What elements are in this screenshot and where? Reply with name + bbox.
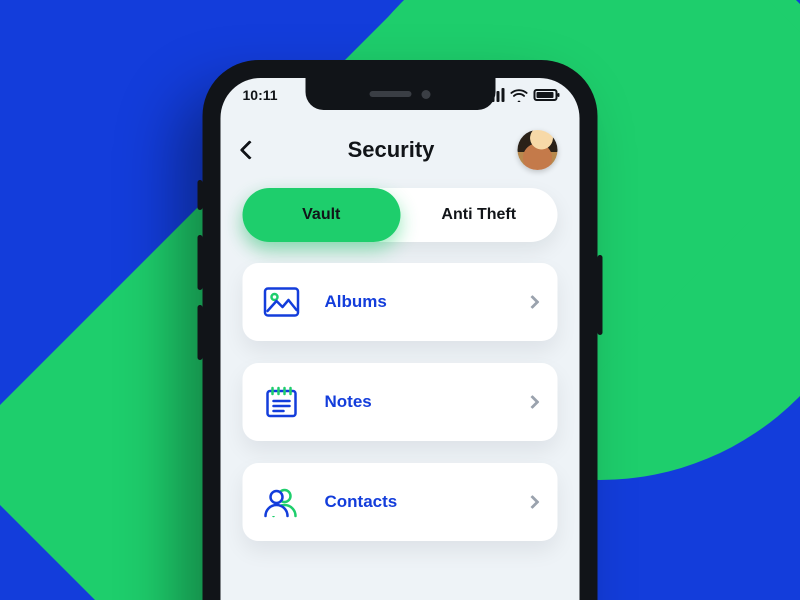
status-right	[487, 88, 558, 102]
header: Security	[221, 128, 580, 172]
list-item-label: Notes	[325, 392, 528, 412]
battery-icon	[534, 89, 558, 101]
list-item-label: Contacts	[325, 492, 528, 512]
phone-frame: 10:11 Security	[203, 60, 598, 600]
tab-label: Vault	[302, 206, 340, 224]
notepad-icon	[261, 381, 303, 423]
list-item-notes[interactable]: Notes	[243, 363, 558, 441]
chevron-right-icon	[525, 395, 539, 409]
phone-side-button	[598, 255, 603, 335]
phone-side-button	[198, 235, 203, 290]
chevron-right-icon	[525, 295, 539, 309]
phone-side-button	[198, 305, 203, 360]
segmented-control: Vault Anti Theft	[243, 188, 558, 242]
vault-list: Albums Notes	[243, 263, 558, 563]
people-icon	[261, 481, 303, 523]
page-title: Security	[348, 137, 435, 163]
chevron-left-icon	[240, 140, 260, 160]
status-time: 10:11	[243, 87, 278, 103]
phone-screen: 10:11 Security	[221, 78, 580, 600]
list-item-albums[interactable]: Albums	[243, 263, 558, 341]
tab-vault[interactable]: Vault	[243, 188, 401, 242]
tab-anti-theft[interactable]: Anti Theft	[400, 188, 558, 242]
chevron-right-icon	[525, 495, 539, 509]
avatar[interactable]	[517, 130, 557, 170]
phone-side-button	[198, 180, 203, 210]
list-item-contacts[interactable]: Contacts	[243, 463, 558, 541]
list-item-label: Albums	[325, 292, 528, 312]
phone-notch	[305, 78, 495, 110]
wifi-icon	[511, 89, 528, 102]
image-icon	[261, 281, 303, 323]
stage: 10:11 Security	[0, 0, 800, 600]
tab-label: Anti Theft	[441, 206, 516, 224]
back-button[interactable]	[235, 135, 265, 165]
